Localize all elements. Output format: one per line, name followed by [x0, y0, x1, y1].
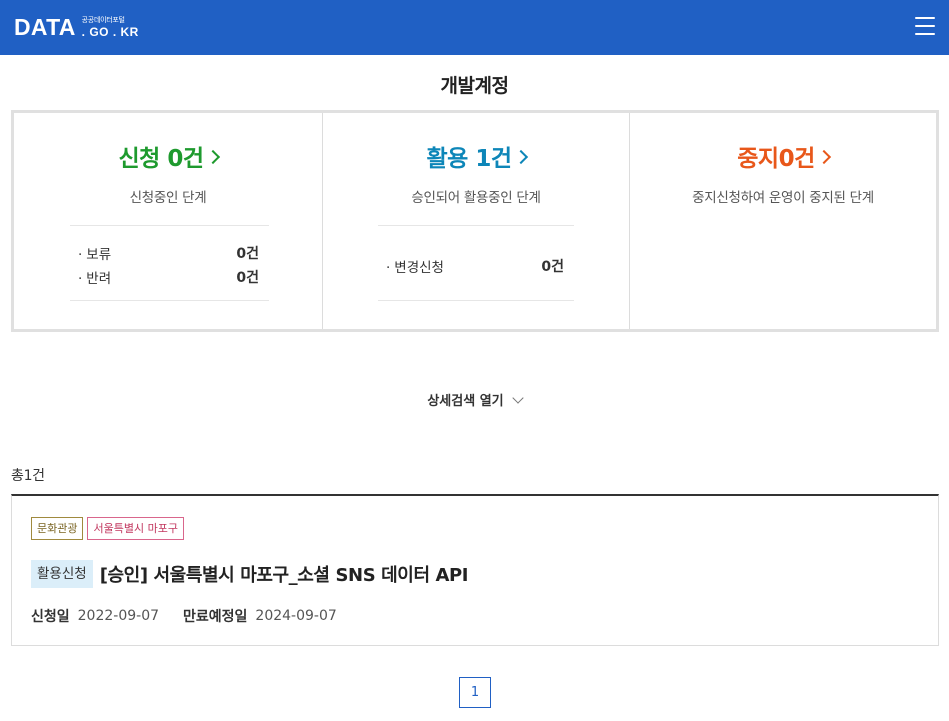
result-title: [승인] 서울특별시 마포구_소셜 SNS 데이터 API [99, 565, 469, 586]
change-request-row: 변경신청 0건 [378, 254, 574, 278]
top-header: DATA 공공데이터포털 . GO . KR [0, 0, 949, 55]
hold-label: 보류 [78, 243, 111, 263]
menu-line [915, 17, 935, 19]
result-title-link[interactable]: 활용신청 [승인] 서울특별시 마포구_소셜 SNS 데이터 API [31, 560, 468, 588]
logo-domain-text: . GO . KR [81, 24, 139, 39]
apply-detail-list: 보류 0건 반려 0건 [70, 225, 269, 301]
result-card: 문화관광 서울특별시 마포구 활용신청 [승인] 서울특별시 마포구_소셜 SN… [11, 494, 939, 646]
expire-date-value: 2024-09-07 [255, 608, 337, 624]
applied-date-label: 신청일 [31, 609, 70, 625]
status-summary-box: 신청 0건 신청중인 단계 보류 0건 반려 0건 활용 1건 승인되어 활용중… [11, 110, 939, 332]
data-go-kr-logo[interactable]: DATA 공공데이터포털 . GO . KR [14, 14, 139, 40]
menu-line [915, 25, 935, 27]
use-status-link[interactable]: 활용 1건 [323, 139, 629, 173]
status-badge: 활용신청 [31, 560, 93, 588]
result-dates: 신청일 2022-09-07 만료예정일 2024-09-07 [31, 606, 361, 626]
detail-search-toggle[interactable]: 상세검색 열기 [0, 390, 949, 409]
reject-label: 반려 [78, 267, 111, 287]
applied-date-value: 2022-09-07 [77, 608, 160, 624]
apply-status-link[interactable]: 신청 0건 [14, 139, 322, 173]
stop-status-title: 중지0건 [737, 146, 815, 172]
category-tag: 문화관광 [31, 517, 84, 540]
use-status-column: 활용 1건 승인되어 활용중인 단계 변경신청 0건 [323, 113, 630, 329]
menu-line [915, 33, 935, 35]
apply-status-column: 신청 0건 신청중인 단계 보류 0건 반려 0건 [14, 113, 323, 329]
region-tag: 서울특별시 마포구 [87, 517, 184, 540]
reject-row: 반려 0건 [70, 265, 269, 289]
total-count: 총1건 [11, 468, 45, 484]
logo-main-text: DATA [14, 14, 76, 40]
hold-row: 보류 0건 [70, 241, 269, 265]
reject-count: 0건 [236, 270, 259, 286]
chevron-right-icon [816, 149, 831, 164]
hold-count: 0건 [236, 246, 259, 262]
use-detail-list: 변경신청 0건 [378, 225, 574, 301]
apply-status-title: 신청 0건 [118, 146, 205, 172]
expire-date-label: 만료예정일 [183, 609, 248, 625]
page-title: 개발계정 [440, 75, 509, 97]
detail-search-label: 상세검색 열기 [427, 394, 504, 409]
hamburger-menu-icon[interactable] [915, 17, 935, 35]
change-request-count: 0건 [541, 259, 564, 275]
result-tags: 문화관광 서울특별시 마포구 [31, 517, 184, 540]
stop-status-link[interactable]: 중지0건 [630, 139, 936, 173]
chevron-down-icon [511, 391, 524, 404]
change-request-label: 변경신청 [386, 256, 444, 276]
use-status-title: 활용 1건 [426, 146, 513, 172]
chevron-right-icon [205, 149, 220, 164]
use-status-description: 승인되어 활용중인 단계 [411, 190, 541, 206]
chevron-right-icon [513, 149, 528, 164]
apply-status-description: 신청중인 단계 [129, 190, 207, 206]
page-1-button[interactable]: 1 [459, 677, 491, 708]
logo-sub: 공공데이터포털 . GO . KR [81, 15, 139, 39]
stop-status-description: 중지신청하여 운영이 중지된 단계 [692, 190, 874, 206]
logo-korean-text: 공공데이터포털 [81, 15, 125, 24]
stop-status-column: 중지0건 중지신청하여 운영이 중지된 단계 [630, 113, 936, 329]
